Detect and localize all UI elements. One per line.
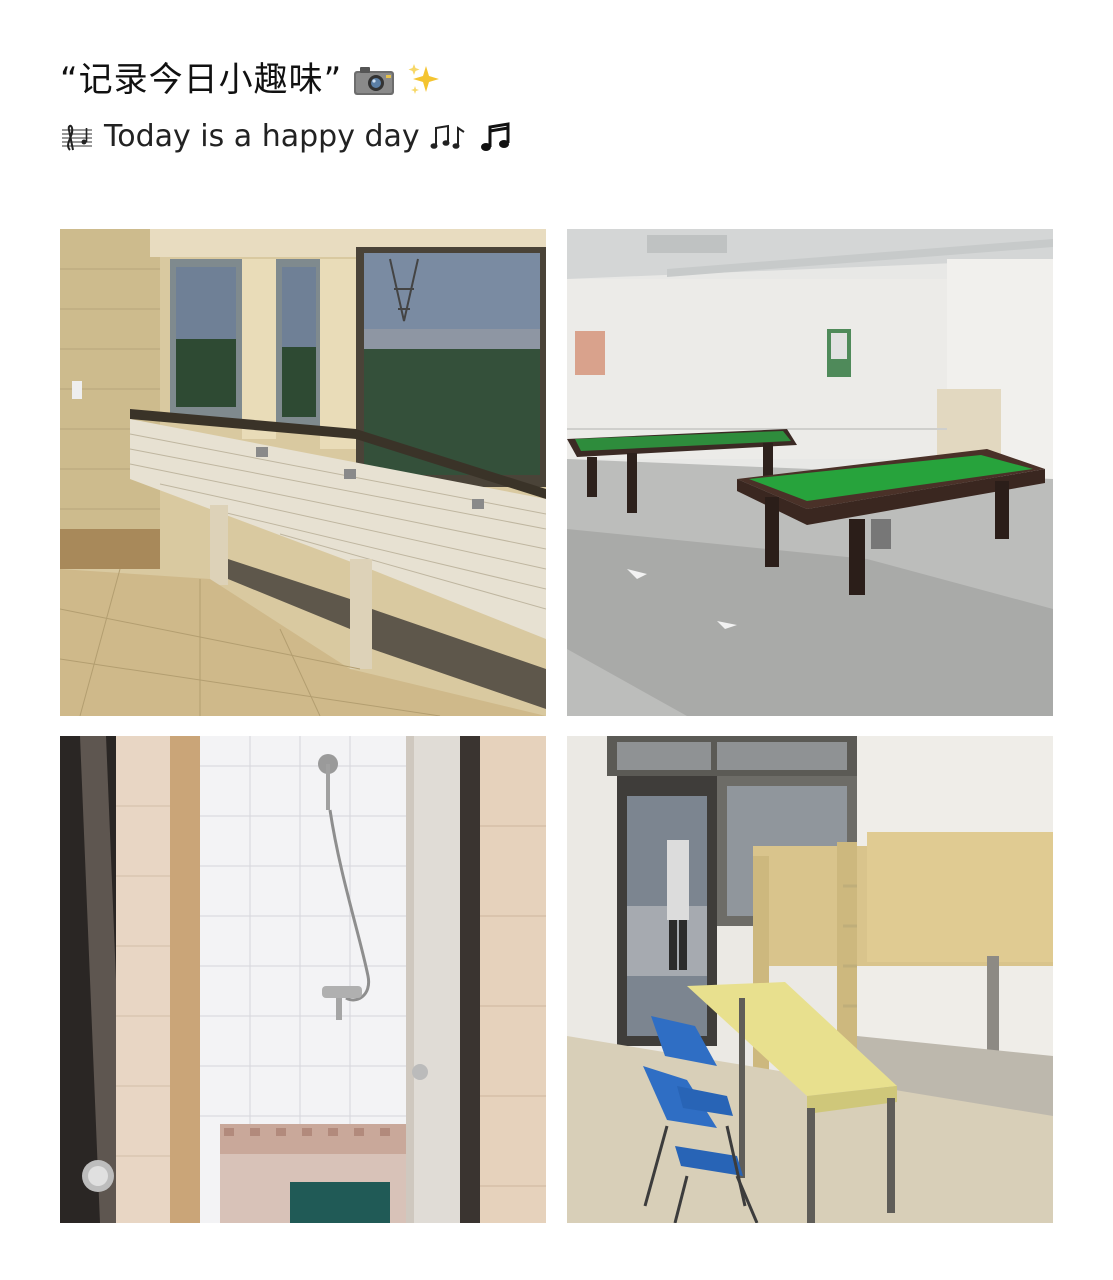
music-score-icon bbox=[60, 122, 94, 152]
camera-icon bbox=[352, 63, 396, 97]
post-header: “记录今日小趣味” Today is a happy day bbox=[60, 52, 1073, 160]
sparkles-icon bbox=[406, 62, 442, 98]
post-title: “记录今日小趣味” bbox=[60, 60, 343, 100]
title-line: “记录今日小趣味” bbox=[60, 52, 1073, 108]
music-note-icon bbox=[480, 121, 514, 153]
dorm-bunk-room-photo[interactable] bbox=[567, 736, 1053, 1223]
shower-stall-photo[interactable] bbox=[60, 736, 546, 1223]
billiards-room-photo[interactable] bbox=[567, 229, 1053, 716]
washroom-sink-photo[interactable] bbox=[60, 229, 546, 716]
post-subtitle: Today is a happy day bbox=[104, 119, 420, 154]
music-notes-icon bbox=[430, 122, 470, 152]
subtitle-line: Today is a happy day bbox=[60, 114, 1073, 160]
